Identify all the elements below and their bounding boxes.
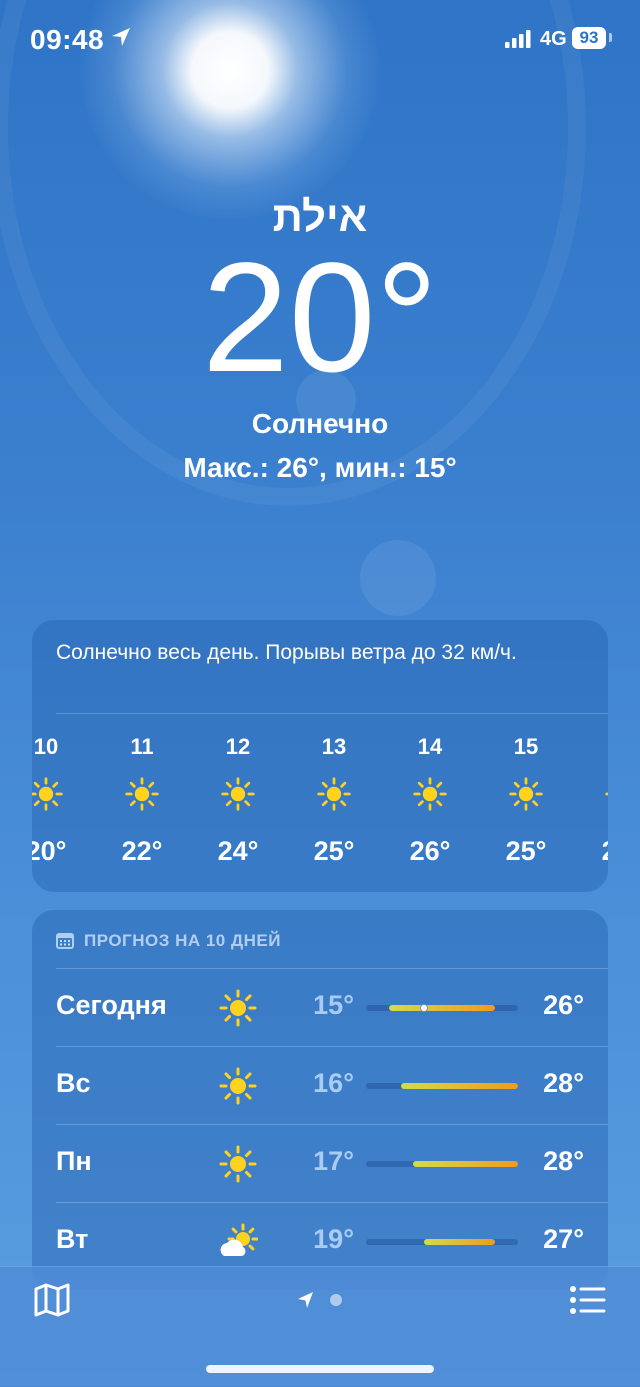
hourly-forecast-card[interactable]: Солнечно весь день. Порывы ветра до 32 к… [32,620,608,892]
day-min-temp: 15° [313,990,354,1020]
sun-icon [124,776,160,812]
condition-text: Солнечно [251,408,389,439]
sun-icon [218,988,258,1028]
day-name: Пн [56,1146,92,1176]
hour-label: 16 [574,734,608,760]
hour-label: 15 [513,734,539,759]
daily-forecast-title: ПРОГНОЗ НА 10 ДНЕЙ [84,931,281,950]
temp-range-fill [412,1161,518,1167]
temp-range-fill [424,1239,495,1245]
day-min-temp: 19° [313,1224,354,1254]
hour-label: 12 [225,734,251,759]
daily-forecast-header: ПРОГНОЗ НА 10 ДНЕЙ [56,930,281,952]
page-indicator[interactable] [296,1288,356,1312]
daily-forecast-card[interactable]: ПРОГНОЗ НА 10 ДНЕЙ Сегодня 15° 26° Вс 16° 28°… [32,910,608,1290]
sun-icon [218,1144,258,1184]
sun-icon [218,1066,258,1106]
map-icon[interactable] [34,1283,70,1317]
high-low-text: Макс.: 26°, мин.: 15° [183,452,457,483]
hour-temperature: 26° [409,836,451,866]
hour-temperature: 25° [313,836,355,866]
day-row[interactable]: Сегодня 15° 26° [32,968,608,1046]
calendar-icon [56,933,74,949]
lens-flare [360,540,436,616]
hourly-summary: Солнечно весь день. Порывы ветра до 32 к… [56,641,517,664]
hour-label: 11 [130,734,154,759]
temp-range-bar [366,1004,518,1012]
battery-icon: 93 [572,27,606,49]
battery-tip [609,33,612,42]
current-temperature: 20° [202,231,438,405]
home-indicator [206,1365,434,1373]
sun-icon [508,776,544,812]
day-name: Сегодня [56,990,167,1020]
hour-temperature: 25° [505,836,547,866]
list-icon[interactable] [570,1285,606,1315]
temp-range-fill [401,1083,518,1089]
day-max-temp: 27° [543,1224,584,1254]
sun-icon [412,776,448,812]
day-max-temp: 26° [543,990,584,1020]
day-name: Вт [56,1224,89,1254]
page-dot [330,1294,342,1306]
hour-temperature: 22° [121,836,163,866]
day-max-temp: 28° [543,1146,584,1176]
day-min-temp: 16° [313,1068,354,1098]
hour-temperature: 24° [574,836,608,867]
location-page-icon [298,1292,313,1308]
sun-icon [32,776,64,812]
temp-range-fill [389,1005,495,1011]
partly-cloudy-icon [218,1222,259,1262]
sun-icon [316,776,352,812]
day-row[interactable]: Пн 17° 28° [32,1124,608,1202]
temp-range-bar [366,1239,518,1245]
divider [56,713,608,714]
location-arrow-icon [112,28,130,46]
hour-label: 14 [417,734,443,759]
status-time: 09:48 [30,24,105,55]
hour-label: 13 [321,734,347,759]
network-type: 4G [540,28,567,50]
day-min-temp: 17° [313,1146,354,1176]
hour-temperature: 24° [217,836,259,866]
status-bar: 09:48 4G 93 [0,0,640,76]
day-name: Вс [56,1068,91,1098]
hour-temperature: 20° [32,836,67,866]
hour-label: 10 [33,734,59,759]
battery-level: 93 [579,28,599,47]
day-row[interactable]: Вс 16° 28° [32,1046,608,1124]
sun-icon [220,776,256,812]
temp-range-bar [366,1083,518,1089]
sun-icon [604,776,608,812]
day-max-temp: 28° [543,1068,584,1098]
signal-icon [505,30,531,48]
temp-range-bar [366,1161,518,1167]
